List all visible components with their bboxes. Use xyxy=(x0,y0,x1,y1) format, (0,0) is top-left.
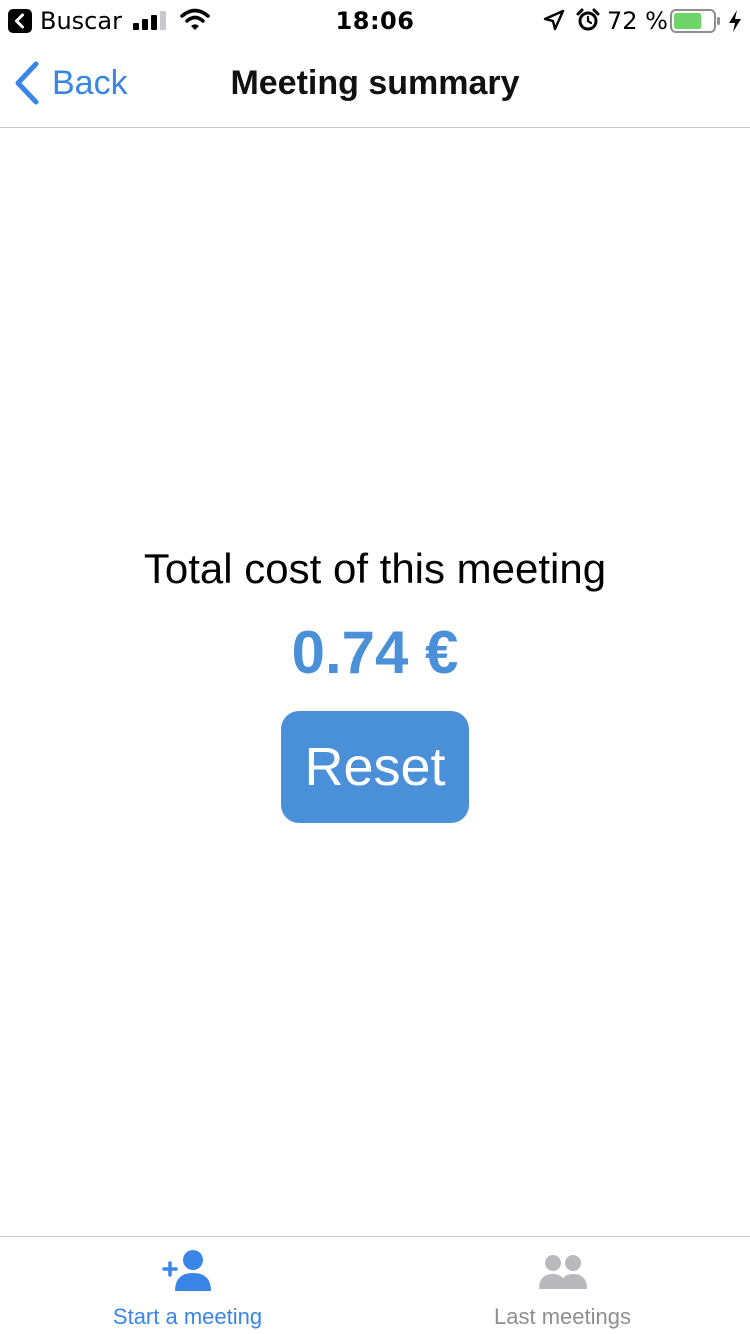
battery-percent: 72 % xyxy=(607,7,668,35)
alarm-icon xyxy=(576,8,600,36)
tab-bar: Start a meeting Last meetings xyxy=(0,1236,750,1334)
tab-label: Last meetings xyxy=(494,1304,631,1329)
screen: Buscar 18:06 72 % Back Meeting summary T… xyxy=(0,0,750,1334)
status-bar: Buscar 18:06 72 % xyxy=(0,0,750,40)
reset-button[interactable]: Reset xyxy=(281,711,469,823)
total-cost-label: Total cost of this meeting xyxy=(143,545,607,592)
tab-label: Start a meeting xyxy=(112,1304,263,1329)
total-cost-value: 0.74 € xyxy=(291,619,459,686)
battery-icon xyxy=(670,9,722,37)
people-icon xyxy=(375,1249,750,1298)
location-icon xyxy=(543,9,565,35)
charging-icon xyxy=(728,9,742,37)
add-person-icon xyxy=(0,1249,375,1298)
main-content: Total cost of this meeting 0.74 € Reset xyxy=(0,128,750,1236)
page-title: Meeting summary xyxy=(230,64,520,102)
tab-last-meetings[interactable]: Last meetings xyxy=(375,1237,750,1334)
tab-start-meeting[interactable]: Start a meeting xyxy=(0,1237,375,1334)
navigation-bar: Back Meeting summary xyxy=(0,40,750,128)
